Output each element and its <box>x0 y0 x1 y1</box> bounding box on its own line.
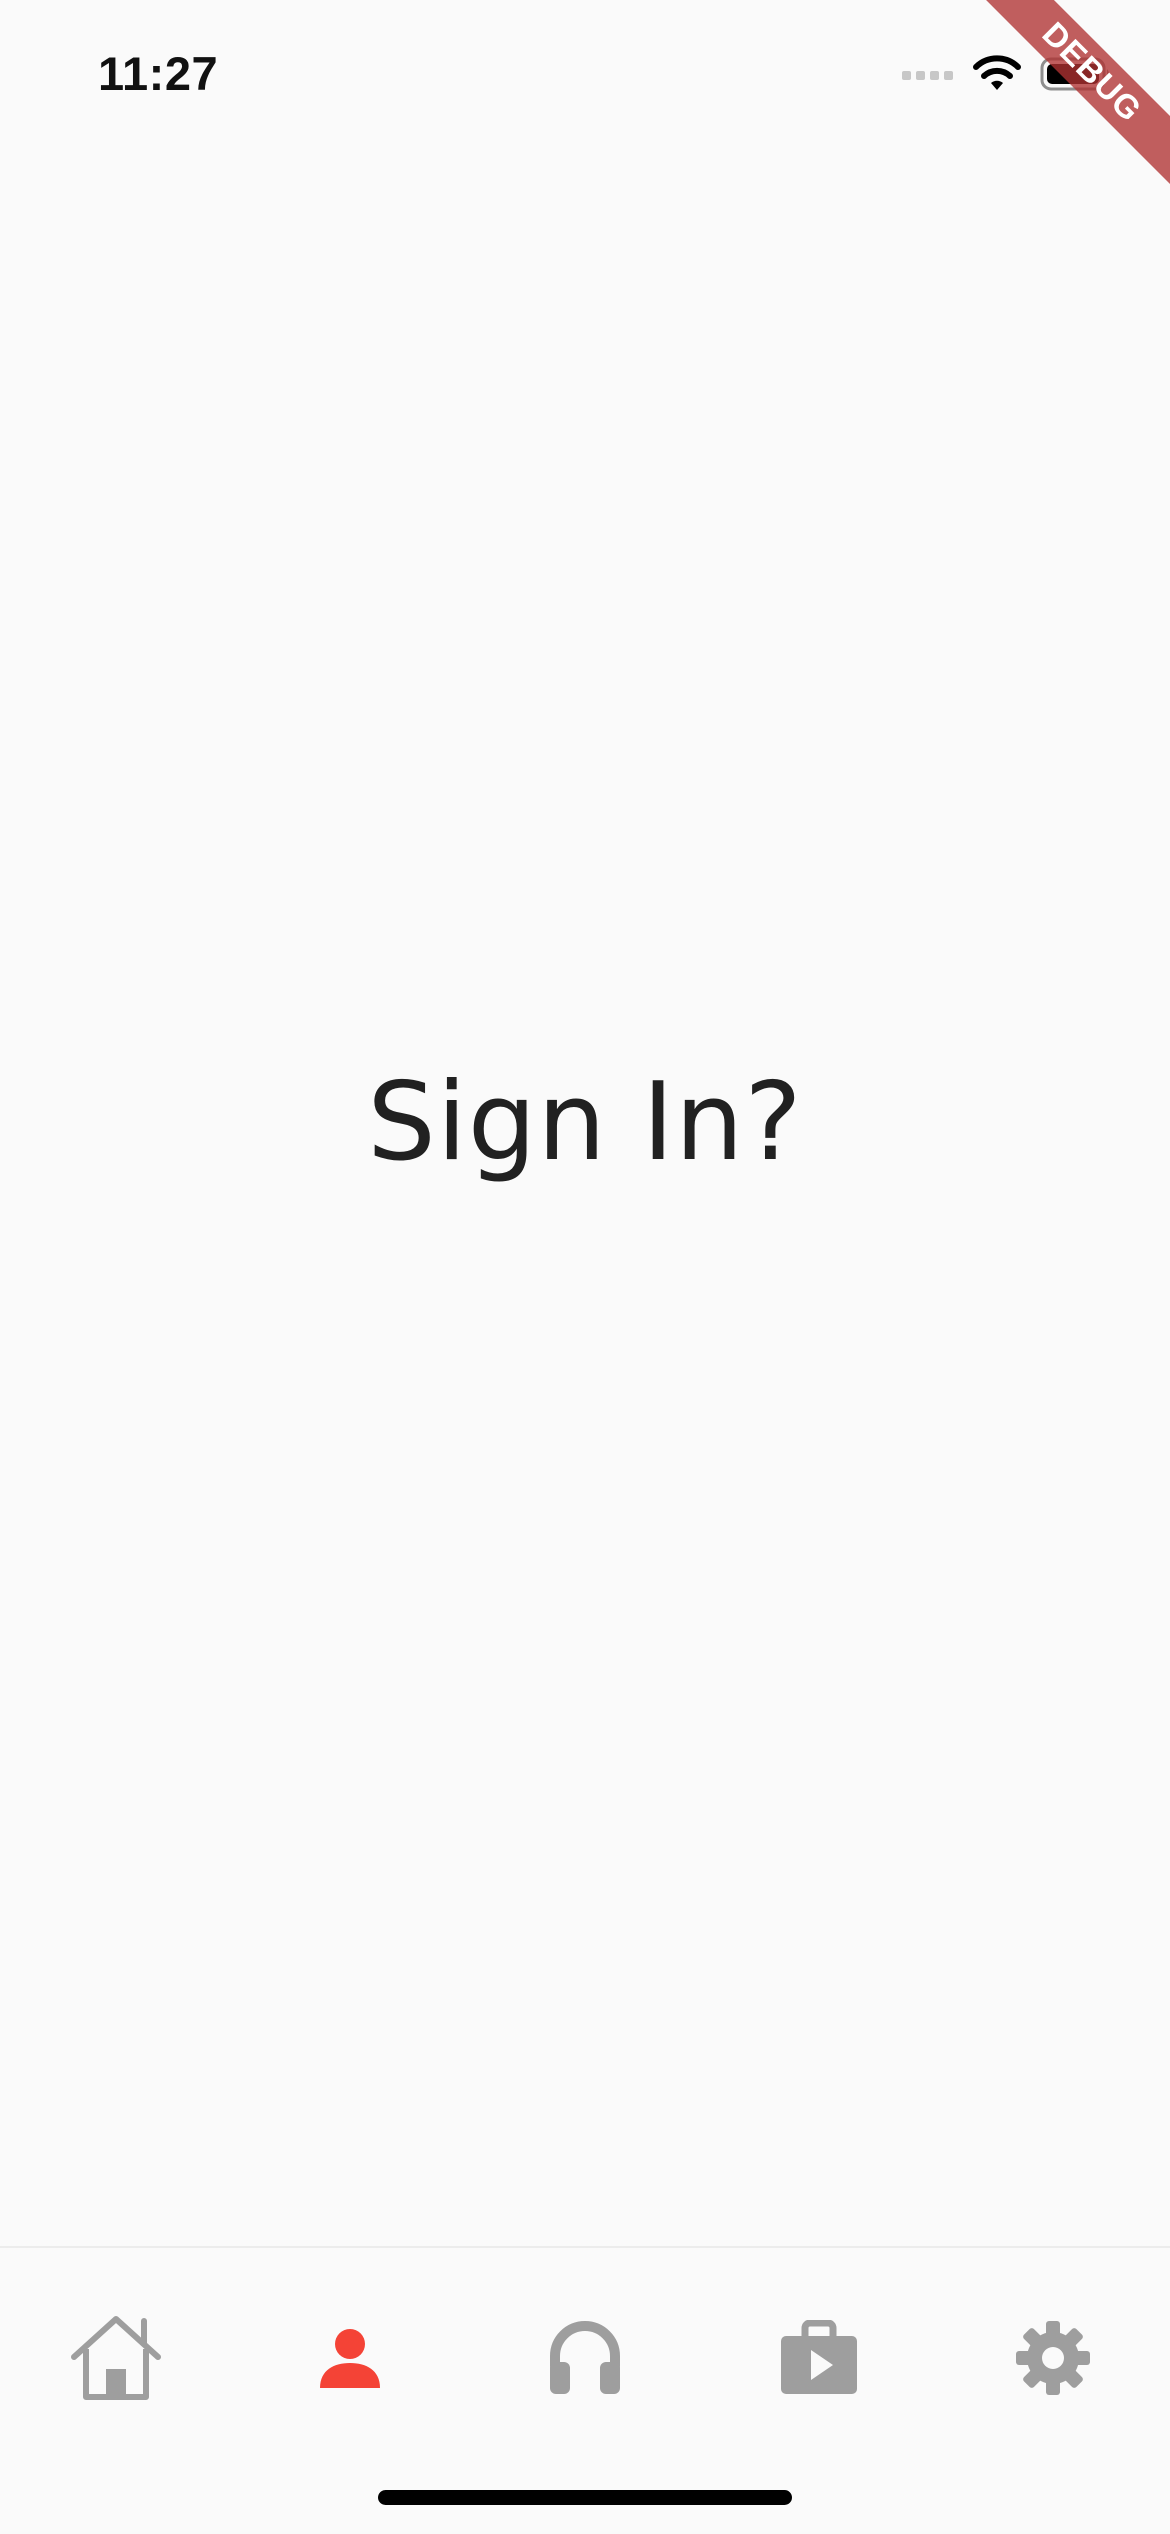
headphones-icon <box>547 2320 623 2396</box>
home-indicator[interactable] <box>378 2490 792 2505</box>
nav-item-profile[interactable] <box>290 2308 410 2408</box>
battery-icon <box>1040 55 1112 98</box>
video-library-icon <box>779 2320 859 2396</box>
wifi-icon <box>972 54 1022 98</box>
status-bar: 11:27 <box>0 0 1170 150</box>
status-icons <box>902 54 1112 98</box>
cellular-signal-icon <box>902 67 954 86</box>
home-icon <box>68 2313 164 2403</box>
nav-item-settings[interactable] <box>993 2308 1113 2408</box>
nav-item-videos[interactable] <box>759 2308 879 2408</box>
page-title: Sign In? <box>367 1060 803 1185</box>
status-time: 11:27 <box>98 47 219 100</box>
nav-item-home[interactable] <box>56 2308 176 2408</box>
person-icon <box>318 2326 382 2390</box>
nav-item-audio[interactable] <box>525 2308 645 2408</box>
gear-icon <box>1015 2320 1091 2396</box>
